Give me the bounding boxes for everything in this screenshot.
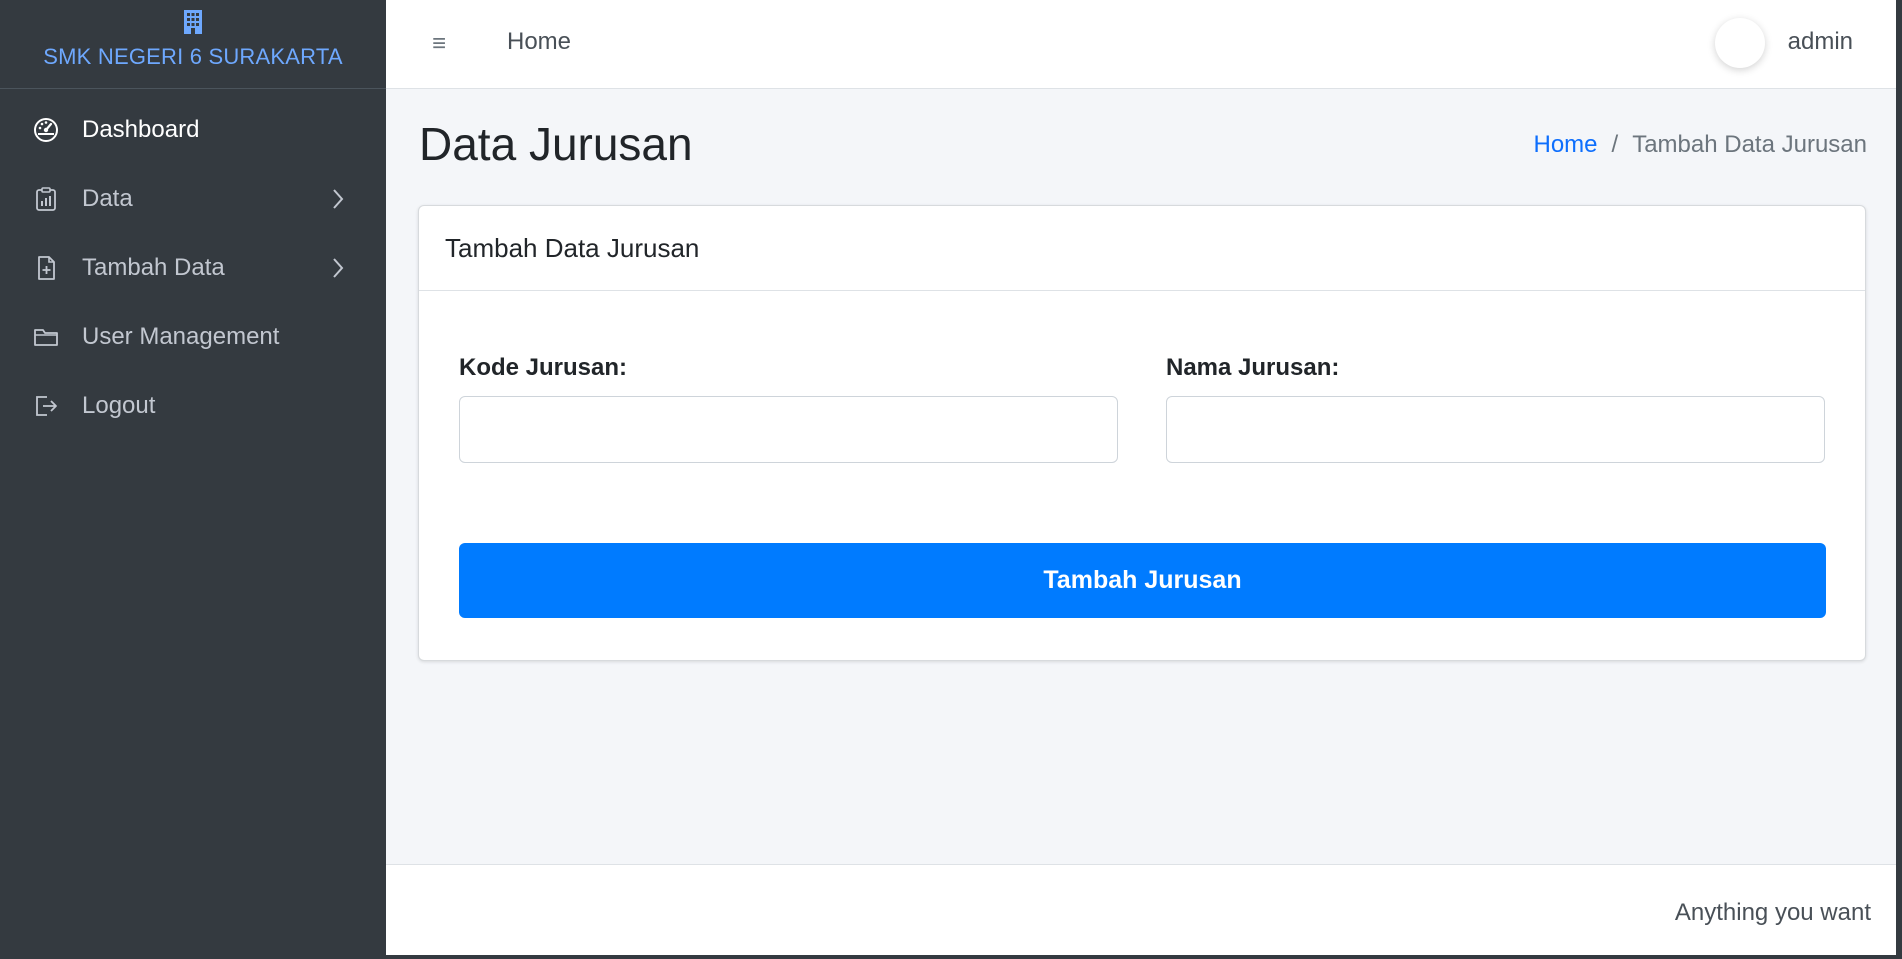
footer-text: Anything you want <box>1674 899 1871 926</box>
sidebar-item-data[interactable]: Data <box>0 164 386 233</box>
sidebar-item-label: Logout <box>82 391 156 419</box>
file-plus-icon <box>32 254 60 282</box>
sidebar-nav: Dashboard Data Tambah Data User Manageme… <box>0 89 386 440</box>
breadcrumb-separator: / <box>1611 131 1619 158</box>
kode-jurusan-input[interactable] <box>459 396 1118 463</box>
main-area: ≡ Home admin Data Jurusan Home / Tambah … <box>386 0 1896 955</box>
topbar: ≡ Home admin <box>386 0 1896 89</box>
sidebar-item-logout[interactable]: Logout <box>0 371 386 440</box>
brand-name: SMK NEGERI 6 SURAKARTA <box>43 44 343 69</box>
sidebar-item-label: User Management <box>82 322 280 350</box>
sidebar-item-user-management[interactable]: User Management <box>0 302 386 371</box>
dashboard-gauge-icon <box>32 116 60 144</box>
breadcrumb-home-link[interactable]: Home <box>1534 131 1598 159</box>
folder-icon <box>32 323 60 351</box>
breadcrumb: Home / Tambah Data Jurusan <box>1534 131 1868 159</box>
content-header: Data Jurusan Home / Tambah Data Jurusan <box>386 89 1896 205</box>
footer: Anything you want <box>386 864 1896 955</box>
kode-jurusan-group: Kode Jurusan: <box>459 354 1118 463</box>
clipboard-chart-icon <box>32 185 60 213</box>
page-title: Data Jurusan <box>419 118 693 170</box>
building-icon <box>184 10 202 34</box>
kode-jurusan-label: Kode Jurusan: <box>459 354 628 381</box>
sidebar-item-label: Data <box>82 184 133 212</box>
chevron-right-icon <box>333 188 344 209</box>
sidebar: SMK NEGERI 6 SURAKARTA Dashboard Data Ta… <box>0 0 386 959</box>
form-row: Kode Jurusan: Nama Jurusan: <box>459 354 1825 463</box>
topbar-home-link[interactable]: Home <box>507 28 571 56</box>
chevron-right-icon <box>333 257 344 278</box>
tambah-jurusan-button[interactable]: Tambah Jurusan <box>459 543 1826 618</box>
sidebar-item-dashboard[interactable]: Dashboard <box>0 95 386 164</box>
logout-icon <box>32 392 60 420</box>
nama-jurusan-group: Nama Jurusan: <box>1166 354 1825 463</box>
brand[interactable]: SMK NEGERI 6 SURAKARTA <box>0 0 386 89</box>
sidebar-item-label: Dashboard <box>82 115 200 143</box>
form-card: Tambah Data Jurusan Kode Jurusan: Nama J… <box>418 205 1866 661</box>
breadcrumb-current: Tambah Data Jurusan <box>1632 131 1867 158</box>
sidebar-item-label: Tambah Data <box>82 253 225 281</box>
user-name[interactable]: admin <box>1788 28 1853 56</box>
hamburger-icon[interactable]: ≡ <box>432 30 454 58</box>
nama-jurusan-input[interactable] <box>1166 396 1825 463</box>
sidebar-item-tambah-data[interactable]: Tambah Data <box>0 233 386 302</box>
avatar[interactable] <box>1715 18 1765 68</box>
nama-jurusan-label: Nama Jurusan: <box>1166 354 1340 381</box>
card-title: Tambah Data Jurusan <box>419 206 1865 291</box>
